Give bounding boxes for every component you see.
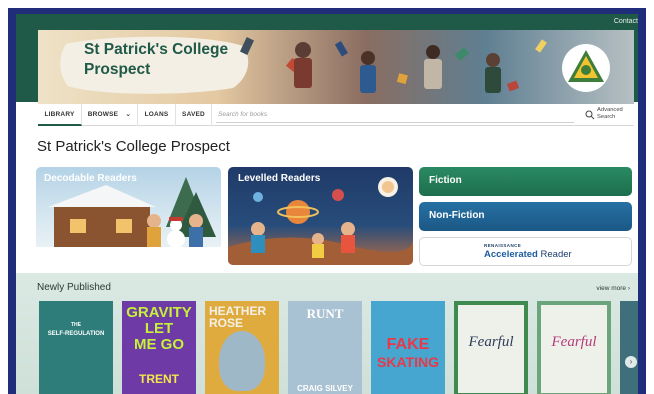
- search-icon: [585, 110, 595, 120]
- book-title-line: SELF-REGULATION: [47, 331, 105, 337]
- banner-area: St Patrick's College Prospect: [16, 30, 638, 104]
- book-title-line: SKATING: [377, 354, 439, 370]
- book-cover[interactable]: HEATHER ROSE: [205, 301, 279, 394]
- ar-accelerated-word: Accelerated: [484, 249, 538, 260]
- library-page: Contact St Patrick's College Prospect LI…: [16, 14, 638, 394]
- ar-logo-text: Accelerated Reader: [484, 249, 572, 260]
- book-cover-bg: [39, 301, 113, 394]
- book-cover[interactable]: Fearful: [537, 301, 611, 394]
- nav-loans[interactable]: LOANS: [138, 104, 176, 126]
- page-title: St Patrick's College Prospect: [37, 138, 230, 155]
- book-cover[interactable]: Fearful: [454, 301, 528, 394]
- tile-levelled-label: Levelled Readers: [238, 173, 321, 184]
- view-more-link[interactable]: view more ›: [596, 285, 630, 292]
- book-cover[interactable]: RUNT CRAIG SILVEY: [288, 301, 362, 394]
- tile-decodable-label: Decodable Readers: [44, 173, 137, 184]
- cover-portrait: [219, 331, 265, 391]
- newly-published-section: Newly Published view more › THE SELF-REG…: [16, 273, 638, 394]
- tile-fiction-label: Fiction: [429, 175, 462, 186]
- tile-non-fiction-label: Non-Fiction: [429, 210, 485, 221]
- banner-image: St Patrick's College Prospect: [38, 30, 634, 104]
- carousel-next-button[interactable]: ›: [625, 356, 637, 368]
- nav-saved[interactable]: SAVED: [176, 104, 212, 126]
- book-title-line: ROSE: [209, 316, 244, 330]
- nav-saved-label: SAVED: [182, 111, 205, 118]
- book-cover[interactable]: THE SELF-REGULATION: [39, 301, 113, 394]
- book-title-line: FAKE: [386, 336, 430, 353]
- nav-browse-label: BROWSE: [87, 111, 119, 118]
- tile-decodable-readers[interactable]: Decodable Readers: [36, 167, 221, 265]
- book-title-line: THE: [71, 322, 81, 328]
- nav-library-label: LIBRARY: [44, 111, 75, 118]
- book-cover[interactable]: GRAVITY LET ME GO TRENT: [122, 301, 196, 394]
- book-author-line: CRAIG SILVEY: [297, 384, 353, 393]
- chevron-down-icon: ⌄: [125, 111, 132, 118]
- contact-link[interactable]: Contact: [614, 18, 638, 25]
- book-title-line: GRAVITY: [126, 304, 192, 321]
- nav-browse[interactable]: BROWSE ⌄: [82, 104, 138, 126]
- book-title-line: Fearful: [551, 334, 597, 350]
- tile-non-fiction[interactable]: Non-Fiction: [419, 202, 632, 231]
- book-title-line: ME GO: [133, 336, 184, 353]
- book-author-line: TRENT: [139, 372, 179, 386]
- banner-title: St Patrick's College Prospect: [84, 41, 229, 78]
- view-more-label: view more: [596, 285, 627, 292]
- tile-levelled-readers[interactable]: Levelled Readers: [228, 167, 413, 265]
- nav-library[interactable]: LIBRARY: [38, 104, 82, 126]
- advanced-search-label: Advanced Search: [597, 107, 623, 120]
- newly-published-title: Newly Published: [37, 282, 111, 293]
- book-title-line: RUNT: [306, 306, 344, 321]
- book-title-line: LET: [144, 320, 174, 337]
- book-title-line: Fearful: [468, 334, 514, 350]
- chevron-right-icon: ›: [627, 285, 630, 292]
- tile-accelerated-reader[interactable]: RENAISSANCE Accelerated Reader: [419, 237, 632, 266]
- main-nav: LIBRARY BROWSE ⌄ LOANS SAVED Advanced Se…: [38, 104, 634, 126]
- book-cover-partial: [620, 301, 638, 394]
- top-bar: Contact: [16, 14, 638, 30]
- ar-reader-word: Reader: [540, 249, 572, 260]
- book-cover[interactable]: FAKE SKATING: [371, 301, 445, 394]
- ar-brand-label: RENAISSANCE: [484, 243, 522, 248]
- tile-fiction[interactable]: Fiction: [419, 167, 632, 196]
- window-frame: Contact St Patrick's College Prospect LI…: [8, 8, 646, 394]
- search-input[interactable]: [216, 107, 574, 123]
- chevron-right-icon: ›: [629, 357, 633, 366]
- advanced-search-button[interactable]: Advanced Search: [584, 106, 634, 124]
- nav-loans-label: LOANS: [144, 111, 169, 118]
